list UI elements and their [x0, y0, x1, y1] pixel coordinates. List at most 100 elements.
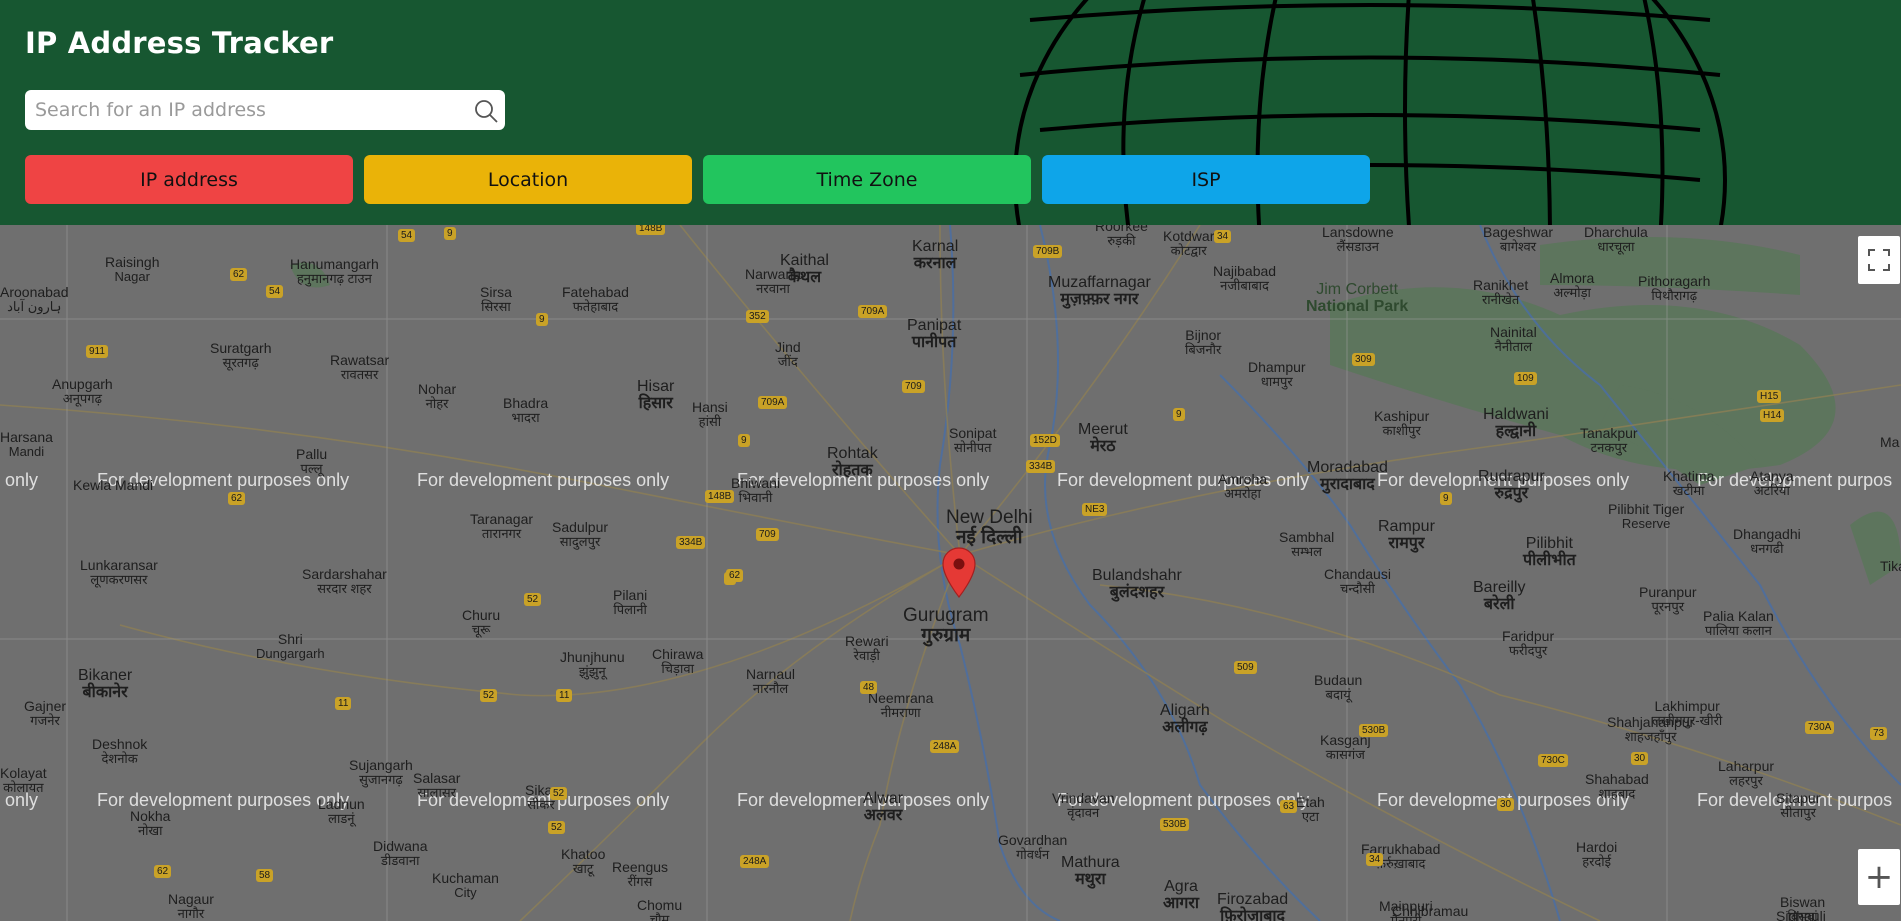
map-place-label: Sadulpur सादुलपुर	[552, 520, 608, 548]
map-place-label: Sidhauli	[1776, 909, 1826, 921]
road-shield: NE3	[1082, 503, 1108, 516]
place-name-local: अल्मोड़ा	[1553, 284, 1591, 300]
map-place-label: Pilibhit पीलीभीत	[1523, 535, 1576, 570]
place-name-local: पूरनपुर	[1651, 598, 1685, 614]
map-place-label: Faridpur फरीदपुर	[1502, 629, 1554, 657]
isp-card[interactable]: ISP	[1042, 155, 1370, 204]
road-shield: 309	[1352, 353, 1375, 366]
place-name-en: Shri	[277, 631, 303, 647]
search-icon[interactable]	[473, 98, 499, 124]
place-name-en: Khatima	[1663, 468, 1715, 484]
map-place-label: Sambhal सम्भल	[1279, 530, 1334, 558]
map-place-label: Nohar नोहर	[418, 382, 456, 410]
map-place-label: Anupgarh अनूपगढ़	[52, 377, 113, 405]
place-name-local: हिसार	[638, 394, 673, 412]
map-place-label: Laharpur लहरपुर	[1718, 759, 1774, 787]
place-name-local: आगरा	[1163, 894, 1200, 912]
map-place-label: Jind जींद	[775, 340, 801, 368]
place-name-local: पालिया कलान	[1704, 622, 1772, 638]
map-place-label: Hansi हांसी	[692, 400, 728, 428]
map-place-label: Chandausi चन्दौसी	[1324, 567, 1391, 595]
place-name-local: टनकपुर	[1590, 439, 1628, 455]
place-name-en: Etah	[1296, 794, 1325, 810]
zoom-in-button[interactable]: +	[1858, 849, 1900, 905]
place-name-local: धारचूला	[1597, 238, 1635, 254]
map-place-label: Dharchula धारचूला	[1584, 225, 1648, 253]
place-name-local: अटरिया	[1753, 482, 1790, 498]
map-place-label: Aligarh अलीगढ़	[1160, 702, 1210, 737]
map-place-label: Pithoragarh पिथौरागढ़	[1638, 274, 1710, 302]
location-marker-icon[interactable]	[942, 547, 976, 599]
map-place-label: Amroha अमरोहा	[1218, 472, 1267, 500]
place-name-local: धामपुर	[1260, 373, 1293, 389]
place-name-en: Sirsa	[480, 284, 512, 300]
road-shield: 709B	[1033, 245, 1063, 258]
road-shield: 9	[536, 313, 548, 326]
place-name-local: फ़िरोज़ाबाद	[1220, 907, 1286, 921]
place-name-local: अलवर	[863, 806, 903, 824]
card-label: ISP	[1191, 168, 1221, 191]
road-shield: 52	[550, 787, 568, 800]
place-name-local: सादुलपुर	[559, 533, 601, 549]
card-label: IP address	[140, 168, 238, 191]
place-name-en: Palia Kalan	[1703, 608, 1774, 624]
map-place-label: Bhadra भादरा	[503, 396, 548, 424]
place-name-local: भिवानी	[738, 489, 773, 505]
place-name-en: Bageshwar	[1483, 225, 1554, 240]
place-name-local: रामपुर	[1388, 534, 1425, 552]
place-name-local: बीकानेर	[82, 683, 128, 701]
place-name-local: लहरपुर	[1729, 772, 1763, 788]
place-name-en: Pallu	[296, 446, 328, 462]
place-name-en: Rohtak	[827, 445, 878, 462]
road-shield: 730A	[1805, 721, 1835, 734]
place-name-en: Raisingh	[105, 254, 160, 270]
map-place-label: Churu चूरू	[462, 608, 500, 636]
place-name-en: Sambhal	[1279, 529, 1335, 545]
map-place-label: Kewla Mandi	[73, 478, 153, 493]
map[interactable]: only For development purposes only For d…	[0, 225, 1901, 921]
road-shield: 9	[444, 227, 456, 240]
place-name-local: नरवाना	[756, 280, 790, 296]
place-name-en: Muzaffarnagar	[1048, 274, 1151, 291]
map-place-label: Kolayat कोलायत	[0, 766, 47, 794]
place-name-local: तारानगर	[481, 525, 522, 541]
map-place-label: Meerut मेरठ	[1078, 421, 1128, 456]
location-card[interactable]: Location	[364, 155, 692, 204]
road-shield: 34	[1214, 230, 1232, 243]
map-place-label: Neemrana नीमराणा	[868, 691, 933, 719]
time-zone-card[interactable]: Time Zone	[703, 155, 1031, 204]
place-name-en: Dhangadhi	[1733, 526, 1801, 542]
place-name-en: Kewla Mandi	[73, 477, 154, 493]
map-place-label: Pilibhit Tiger Reserve	[1608, 502, 1684, 530]
place-name-en: Ma	[1880, 434, 1900, 450]
place-name-en: Didwana	[373, 838, 428, 854]
place-name-local: बुलंदशहर	[1109, 583, 1165, 601]
road-shield: 63	[1280, 800, 1298, 813]
map-place-label: Mathura मथुरा	[1061, 854, 1120, 889]
place-name-local: रींगस	[627, 873, 653, 889]
place-name-en: Kuchaman	[432, 870, 499, 886]
road-shield: 509	[1234, 661, 1257, 674]
map-place-label: Bhiwani भिवानी	[731, 476, 780, 504]
place-name-en: Deshnok	[92, 736, 148, 752]
place-name-local: सरदार शहर	[317, 580, 372, 596]
map-place-label: Didwana डीडवाना	[373, 839, 427, 867]
place-name-local: रुद्रपुर	[1494, 484, 1529, 502]
map-place-label: Govardhan गोवर्धन	[998, 833, 1067, 861]
place-name-local: सालासर	[417, 784, 456, 800]
fullscreen-button[interactable]	[1858, 236, 1900, 284]
place-name-local: गोवर्धन	[1016, 846, 1050, 862]
road-shield: 62	[228, 492, 246, 505]
place-name-en: Bikaner	[78, 667, 133, 684]
place-name-en: Pilibhit Tiger	[1608, 501, 1685, 517]
place-name-local: जींद	[777, 353, 798, 369]
place-name-en: Kashipur	[1374, 408, 1430, 424]
place-name-en: Karnal	[912, 238, 959, 255]
place-name-local: ہارون آباد	[7, 298, 62, 314]
place-name-local: करनाल	[913, 254, 957, 272]
ip-address-card[interactable]: IP address	[25, 155, 353, 204]
place-name-local: खटीमा	[1672, 482, 1705, 498]
place-name-local: नारनौल	[752, 680, 789, 696]
search-input[interactable]	[25, 91, 455, 129]
road-shield: 248A	[740, 855, 770, 868]
